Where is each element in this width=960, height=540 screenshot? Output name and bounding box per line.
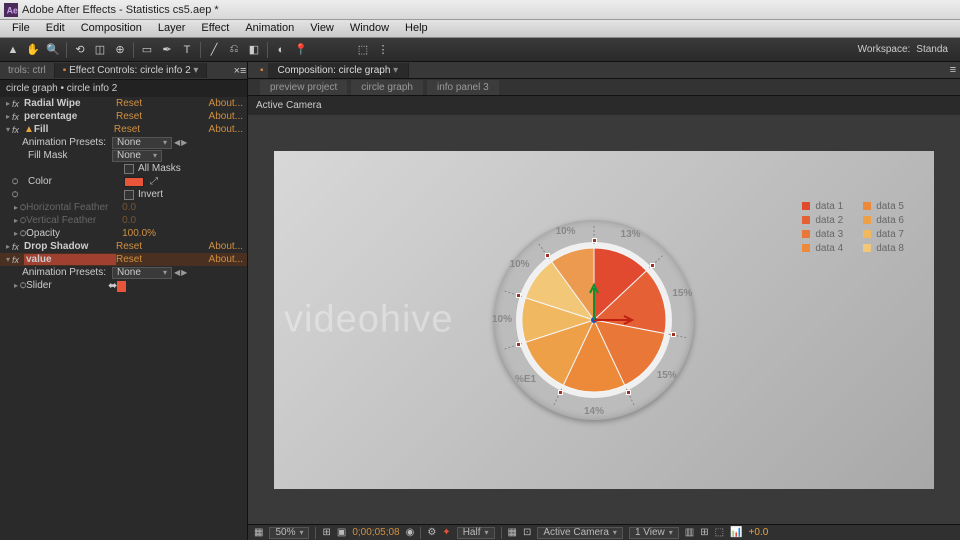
footer-icon-4[interactable]: ◉ — [406, 527, 415, 538]
h-feather-row: ▸ѻ Horizontal Feather 0.0 — [0, 201, 247, 214]
value-presets-row: Animation Presets: None ◀▶ — [0, 266, 247, 279]
invert-row: ѻ Invert — [0, 188, 247, 201]
footer-icon-3[interactable]: ▣ — [337, 527, 346, 538]
workspace-value[interactable]: Standa — [916, 44, 948, 55]
composition-canvas: videohive data 1data 5data 2data 6data 3… — [274, 151, 934, 489]
effect-percentage[interactable]: ▸fx percentage Reset About... — [0, 110, 247, 123]
invert-checkbox[interactable] — [124, 190, 134, 200]
menubar: File Edit Composition Layer Effect Anima… — [0, 20, 960, 38]
toolbar: ▲ ✋ 🔍 ⟲ ◫ ⊕ ▭ ✒ T ╱ ⎌ ◧ ◐ 📍 ⬚ ⋮ Workspac… — [0, 38, 960, 62]
color-row: ѻ Color ⤢ — [0, 175, 247, 188]
watermark-text: videohive — [284, 298, 454, 341]
puppet-tool-icon[interactable]: 📍 — [292, 41, 310, 59]
effect-fill[interactable]: ▾fx▲ Fill Reset About... — [0, 123, 247, 136]
all-masks-row: All Masks — [0, 162, 247, 175]
footer-icon-2[interactable]: ⊞ — [322, 527, 330, 538]
fill-mask-row: Fill Mask None — [0, 149, 247, 162]
chart-legend: data 1data 5data 2data 6data 3data 7data… — [802, 201, 904, 254]
effect-drop-shadow[interactable]: ▸fx Drop Shadow Reset About... — [0, 240, 247, 253]
misc-tool-icon[interactable]: ⋮ — [374, 41, 392, 59]
clone-tool-icon[interactable]: ⎌ — [225, 41, 243, 59]
resolution-dropdown[interactable]: Half — [457, 527, 495, 539]
rect-tool-icon[interactable]: ▭ — [138, 41, 156, 59]
menu-composition[interactable]: Composition — [73, 20, 150, 37]
composition-viewport[interactable]: videohive data 1data 5data 2data 6data 3… — [248, 115, 960, 524]
footer-icon-8[interactable]: ⊡ — [523, 527, 531, 538]
menu-edit[interactable]: Edit — [38, 20, 73, 37]
animation-presets-row: Animation Presets: None ◀▶ — [0, 136, 247, 149]
footer-icon-7[interactable]: ▦ — [508, 527, 517, 538]
roto-tool-icon[interactable]: ◐ — [272, 41, 290, 59]
pie-chart: 13%15%15%14%%E110%10%10% — [494, 220, 694, 420]
eyedropper-icon[interactable]: ⤢ — [150, 176, 158, 187]
zoom-dropdown[interactable]: 50% — [269, 527, 309, 539]
window-title: Adobe After Effects - Statistics cs5.aep… — [22, 4, 219, 16]
effect-value[interactable]: ▾fx value Reset About... — [0, 253, 247, 266]
view-dropdown[interactable]: 1 View — [629, 527, 679, 539]
type-tool-icon[interactable]: T — [178, 41, 196, 59]
rotate-tool-icon[interactable]: ⟲ — [71, 41, 89, 59]
opacity-row: ▸ѻ Opacity 100.0% — [0, 227, 247, 240]
zoom-tool-icon[interactable]: 🔍 — [44, 41, 62, 59]
comp-panel-menu-icon[interactable]: ≡ — [946, 61, 960, 79]
footer-icon-10[interactable]: ⊞ — [700, 527, 708, 538]
svg-text:Ae: Ae — [7, 5, 18, 15]
menu-help[interactable]: Help — [397, 20, 436, 37]
menu-effect[interactable]: Effect — [193, 20, 237, 37]
presets-dropdown[interactable]: None — [112, 137, 172, 149]
effect-controls-panel: trols: ctrl ▪ Effect Controls: circle in… — [0, 62, 248, 540]
selection-tool-icon[interactable]: ▲ — [4, 41, 22, 59]
app-icon: Ae — [4, 3, 18, 17]
pan-behind-tool-icon[interactable]: ⊕ — [111, 41, 129, 59]
menu-layer[interactable]: Layer — [150, 20, 194, 37]
eraser-tool-icon[interactable]: ◧ — [245, 41, 263, 59]
opacity-value[interactable]: 100.0% — [122, 228, 156, 239]
window-titlebar: Ae Adobe After Effects - Statistics cs5.… — [0, 0, 960, 20]
comp-marker-icon: ▪ — [256, 65, 268, 76]
fill-color-swatch[interactable] — [124, 177, 144, 187]
preset-nav[interactable]: ◀▶ — [174, 138, 187, 147]
footer-icon-6[interactable]: ✦ — [442, 527, 450, 538]
fill-mask-dropdown[interactable]: None — [112, 150, 162, 162]
footer-icon-5[interactable]: ⚙ — [427, 527, 436, 538]
menu-file[interactable]: File — [4, 20, 38, 37]
all-masks-checkbox[interactable] — [124, 164, 134, 174]
composition-tab[interactable]: Composition: circle graph ▾ — [268, 63, 410, 78]
footer-icon-12[interactable]: 📊 — [730, 527, 742, 538]
sub-tab-preview[interactable]: preview project — [260, 80, 347, 95]
camera-dropdown[interactable]: Active Camera — [537, 527, 623, 539]
workspace-label: Workspace: — [858, 44, 911, 55]
footer-icon-9[interactable]: ▥ — [685, 527, 694, 538]
slider-value[interactable]: ⬌ — [108, 279, 126, 292]
camera-tool-icon[interactable]: ◫ — [91, 41, 109, 59]
effect-radial-wipe[interactable]: ▸fx Radial Wipe Reset About... — [0, 97, 247, 110]
active-camera-label: Active Camera — [248, 96, 960, 115]
v-feather-row: ▸ѻ Vertical Feather 0.0 — [0, 214, 247, 227]
menu-animation[interactable]: Animation — [237, 20, 302, 37]
hand-tool-icon[interactable]: ✋ — [24, 41, 42, 59]
menu-view[interactable]: View — [302, 20, 342, 37]
footer-icon-11[interactable]: ⬚ — [715, 527, 724, 538]
snap-icon[interactable]: ⬚ — [354, 41, 372, 59]
layer-path: circle graph • circle info 2 — [0, 80, 247, 97]
slider-row: ▸ѻ Slider ⬌ — [0, 279, 247, 292]
brush-tool-icon[interactable]: ╱ — [205, 41, 223, 59]
viewport-footer: ▦ 50% ⊞ ▣ 0;00;05;08 ◉ ⚙ ✦ Half ▦ ⊡ Acti… — [248, 524, 960, 540]
value-preset-nav[interactable]: ◀▶ — [174, 268, 187, 277]
panel-menu-icon[interactable]: ×≡ — [233, 62, 247, 80]
panel-tab-controls[interactable]: trols: ctrl — [0, 63, 55, 78]
panel-tab-effect-controls[interactable]: ▪ Effect Controls: circle info 2 ▾ — [55, 63, 208, 78]
footer-icon-1[interactable]: ▦ — [254, 527, 263, 538]
sub-tab-circle-graph[interactable]: circle graph — [351, 80, 423, 95]
pen-tool-icon[interactable]: ✒ — [158, 41, 176, 59]
menu-window[interactable]: Window — [342, 20, 397, 37]
timecode[interactable]: 0;00;05;08 — [352, 527, 399, 538]
value-presets-dropdown[interactable]: None — [112, 267, 172, 279]
exposure-value[interactable]: +0.0 — [749, 527, 769, 538]
sub-tab-info-panel[interactable]: info panel 3 — [427, 80, 499, 95]
